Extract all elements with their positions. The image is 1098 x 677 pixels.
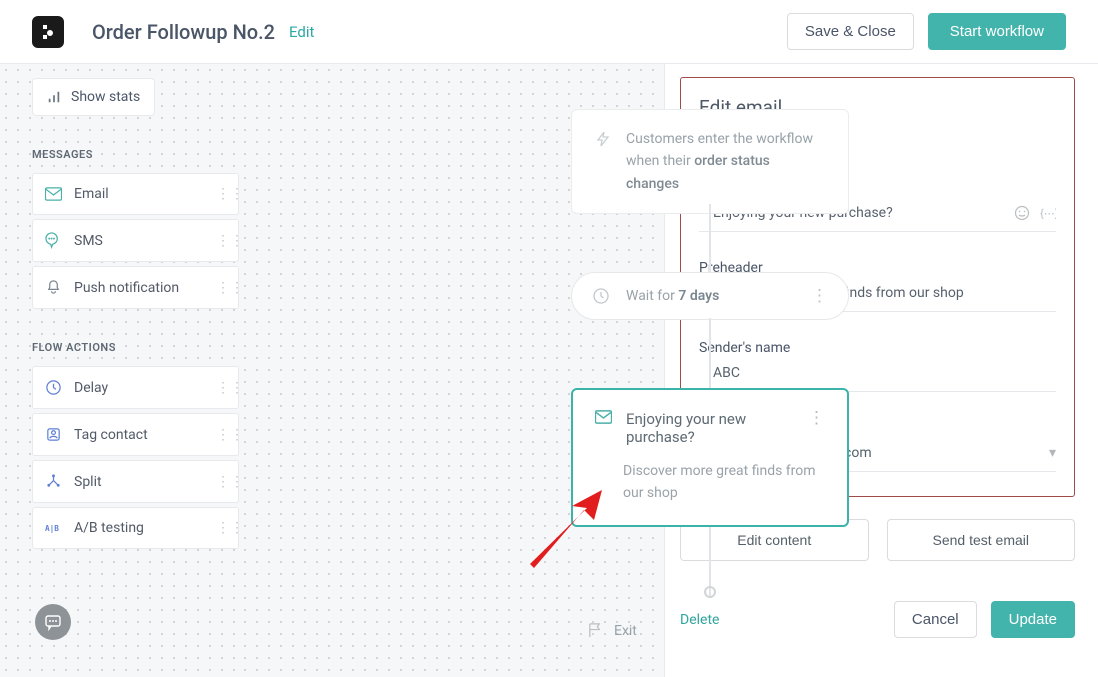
trigger-node[interactable]: Customers enter the workflow when their … [571, 109, 849, 214]
show-stats-button[interactable]: Show stats [32, 78, 155, 116]
svg-text:A|B: A|B [45, 524, 59, 534]
save-close-button[interactable]: Save & Close [787, 13, 914, 50]
wait-text: Wait for 7 days [626, 288, 719, 304]
connector-line [709, 204, 711, 272]
chart-icon [47, 90, 61, 104]
sidebar-item-split[interactable]: Split ⋮⋮ [32, 460, 239, 503]
svg-text:{⋯}: {⋯} [1040, 207, 1056, 220]
sidebar-item-label: Split [74, 474, 102, 490]
emoji-icon[interactable] [1014, 205, 1030, 221]
clock-icon [45, 379, 62, 396]
sidebar-item-delay[interactable]: Delay ⋮⋮ [32, 366, 239, 409]
mail-icon [595, 410, 612, 424]
tag-icon [45, 426, 62, 443]
messages-section-label: MESSAGES [32, 148, 239, 161]
edit-title-link[interactable]: Edit [289, 23, 314, 41]
ab-icon: A|B [45, 522, 62, 534]
sidebar-item-email[interactable]: Email ⋮⋮ [32, 173, 239, 215]
workflow-canvas[interactable]: Customers enter the workflow when their … [239, 64, 665, 677]
trigger-text: Customers enter the workflow when their … [626, 128, 826, 195]
more-icon[interactable]: ⋮ [808, 410, 825, 427]
exit-label: Exit [614, 623, 637, 639]
delete-link[interactable]: Delete [680, 612, 719, 628]
merge-tag-icon[interactable]: {⋯} [1040, 205, 1056, 221]
sidebar-item-label: A/B testing [74, 520, 144, 536]
sidebar-item-push[interactable]: Push notification ⋮⋮ [32, 266, 239, 309]
chat-widget-button[interactable] [35, 604, 71, 640]
send-test-email-button[interactable]: Send test email [887, 519, 1076, 561]
app-logo[interactable] [32, 16, 64, 48]
chevron-down-icon: ▾ [1049, 445, 1056, 461]
connector-dot [704, 586, 716, 598]
connector-line [709, 318, 711, 388]
cancel-button[interactable]: Cancel [894, 601, 977, 638]
split-icon [45, 473, 62, 490]
mail-icon [45, 187, 62, 201]
sidebar-item-label: Tag contact [74, 427, 148, 443]
more-icon[interactable]: ⋮ [811, 286, 828, 306]
flow-actions-section-label: FLOW ACTIONS [32, 341, 239, 354]
start-workflow-button[interactable]: Start workflow [928, 13, 1066, 50]
sidebar-item-label: Email [74, 186, 109, 202]
delay-node[interactable]: Wait for 7 days ⋮ [571, 272, 849, 320]
bolt-icon [594, 130, 612, 148]
sidebar-item-label: Delay [74, 380, 108, 396]
page-title: Order Followup No.2 [92, 20, 275, 44]
clock-icon [592, 287, 610, 305]
sidebar-item-tag-contact[interactable]: Tag contact ⋮⋮ [32, 413, 239, 456]
email-node-preheader: Discover more great finds from our shop [623, 460, 825, 505]
show-stats-label: Show stats [71, 89, 140, 105]
sms-icon [45, 232, 62, 249]
exit-node[interactable]: Exit [587, 622, 637, 639]
email-node[interactable]: Enjoying your new purchase? ⋮ Discover m… [571, 388, 849, 527]
bell-icon [45, 279, 62, 296]
chat-icon [44, 613, 62, 631]
sender-name-label: Sender's name [699, 340, 1056, 356]
update-button[interactable]: Update [991, 601, 1075, 638]
sidebar-item-sms[interactable]: SMS ⋮⋮ [32, 219, 239, 262]
flag-icon [587, 622, 604, 639]
sidebar-item-ab-testing[interactable]: A|B A/B testing ⋮⋮ [32, 507, 239, 549]
email-node-subject: Enjoying your new purchase? [626, 410, 794, 446]
sidebar-item-label: SMS [74, 233, 103, 249]
sidebar-item-label: Push notification [74, 280, 179, 296]
